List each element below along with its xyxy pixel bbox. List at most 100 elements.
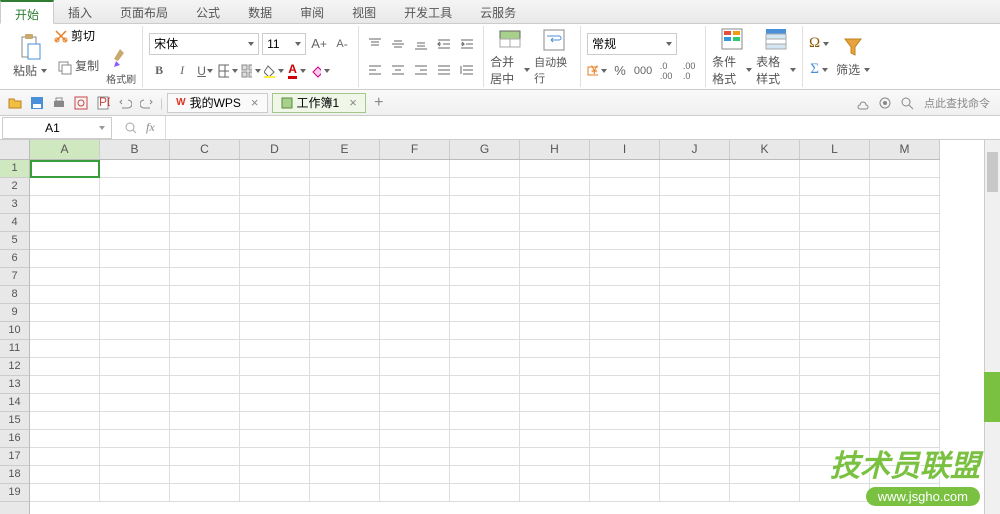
cell[interactable] [240,484,310,502]
cell[interactable] [380,250,450,268]
cell[interactable] [870,340,940,358]
name-box[interactable]: A1 [2,117,112,139]
cell[interactable] [170,160,240,178]
align-top-button[interactable] [365,34,385,54]
cell[interactable] [30,484,100,502]
cell[interactable] [520,448,590,466]
cell[interactable] [730,466,800,484]
cell[interactable] [800,484,870,502]
cell[interactable] [870,286,940,304]
cell[interactable] [310,484,380,502]
cell[interactable] [30,178,100,196]
print-preview-button[interactable] [72,94,90,112]
cell[interactable] [240,232,310,250]
cell[interactable] [450,268,520,286]
cell[interactable] [660,232,730,250]
tab-data[interactable]: 数据 [234,0,286,23]
decrease-decimal-button[interactable]: .00.0 [679,61,699,81]
cell[interactable] [870,394,940,412]
cell[interactable] [450,178,520,196]
cell[interactable] [520,484,590,502]
cut-button[interactable]: 剪切 [54,27,136,44]
cell[interactable] [590,178,660,196]
cell[interactable] [310,304,380,322]
cell[interactable] [310,250,380,268]
font-name-combo[interactable]: 宋体 [149,33,259,55]
cell[interactable] [100,340,170,358]
cell[interactable] [170,286,240,304]
cell[interactable] [520,376,590,394]
cell[interactable] [240,214,310,232]
row-header[interactable]: 4 [0,214,29,232]
cell[interactable] [170,322,240,340]
cell[interactable] [380,232,450,250]
column-header[interactable]: B [100,140,170,159]
cell[interactable] [310,394,380,412]
cell[interactable] [380,214,450,232]
row-header[interactable]: 10 [0,322,29,340]
cell[interactable] [660,466,730,484]
cell[interactable] [660,250,730,268]
cell[interactable] [30,250,100,268]
undo-button[interactable] [116,94,134,112]
column-header[interactable]: G [450,140,520,159]
cell[interactable] [310,178,380,196]
cell[interactable] [660,286,730,304]
cell[interactable] [730,376,800,394]
cell[interactable] [590,448,660,466]
cell[interactable] [380,484,450,502]
cell[interactable] [310,466,380,484]
cell[interactable] [100,160,170,178]
cell[interactable] [380,430,450,448]
cell[interactable] [240,412,310,430]
row-header[interactable]: 17 [0,448,29,466]
cell[interactable] [450,304,520,322]
cell-style-button[interactable] [241,61,261,81]
cell[interactable] [240,268,310,286]
search-command-input[interactable]: 点此查找命令 [920,93,994,113]
cell[interactable] [870,178,940,196]
increase-font-button[interactable]: A+ [309,34,329,54]
cell[interactable] [380,160,450,178]
cell[interactable] [380,412,450,430]
tab-review[interactable]: 审阅 [286,0,338,23]
cell[interactable] [590,304,660,322]
cell[interactable] [800,286,870,304]
cell[interactable] [800,322,870,340]
cell[interactable] [240,160,310,178]
cell[interactable] [100,286,170,304]
save-button[interactable] [28,94,46,112]
align-center-button[interactable] [388,60,408,80]
cell[interactable] [170,466,240,484]
row-header[interactable]: 8 [0,286,29,304]
cell[interactable] [30,322,100,340]
cell[interactable] [30,412,100,430]
cell[interactable] [240,178,310,196]
cell[interactable] [30,304,100,322]
cell[interactable] [590,430,660,448]
copy-button[interactable]: 复制 [54,55,103,76]
bold-button[interactable]: B [149,61,169,81]
cell[interactable] [310,376,380,394]
tab-start[interactable]: 开始 [0,0,54,24]
cell[interactable] [800,214,870,232]
cell[interactable] [520,412,590,430]
cell[interactable] [100,322,170,340]
cell[interactable] [100,178,170,196]
cell[interactable] [870,322,940,340]
cell[interactable] [170,412,240,430]
cell[interactable] [450,484,520,502]
cell[interactable] [450,160,520,178]
cell[interactable] [660,304,730,322]
column-header[interactable]: J [660,140,730,159]
cell[interactable] [660,484,730,502]
cell[interactable] [380,196,450,214]
cell[interactable] [240,358,310,376]
font-color-button[interactable]: A [287,61,307,81]
row-header[interactable]: 2 [0,178,29,196]
cond-format-button[interactable]: 条件格式 [712,27,752,87]
cell[interactable] [800,376,870,394]
row-header[interactable]: 3 [0,196,29,214]
cell[interactable] [240,448,310,466]
cell[interactable] [730,394,800,412]
